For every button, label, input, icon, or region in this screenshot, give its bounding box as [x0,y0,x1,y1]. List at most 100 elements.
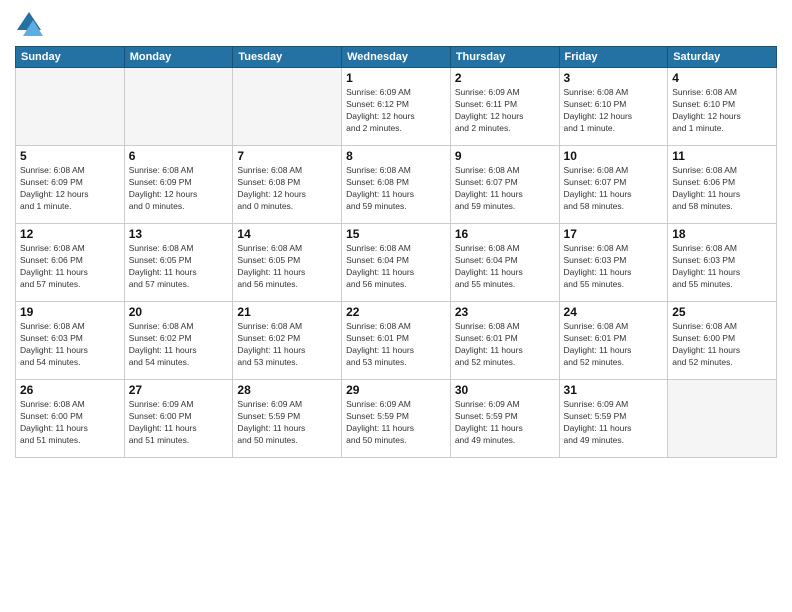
calendar-cell: 30Sunrise: 6:09 AM Sunset: 5:59 PM Dayli… [450,380,559,458]
day-number: 1 [346,71,446,85]
day-number: 27 [129,383,229,397]
calendar-cell: 5 Sunrise: 6:08 AM Sunset: 6:09 PM Daylig… [16,146,125,224]
day-number: 11 [672,149,772,163]
calendar-cell: 15 Sunrise: 6:08 AM Sunset: 6:04 PM Dayli… [342,224,451,302]
day-number: 28 [237,383,337,397]
calendar-cell: 7 Sunrise: 6:08 AM Sunset: 6:08 PM Daylig… [233,146,342,224]
day-info: Sunrise: 6:08 AM Sunset: 6:08 PM Dayligh… [237,165,337,213]
day-info: Sunrise: 6:08 AM Sunset: 6:03 PM Dayligh… [672,243,772,291]
day-info: Sunrise: 6:08 AM Sunset: 6:08 PM Dayligh… [346,165,446,213]
day-number: 5 [20,149,120,163]
calendar-cell [233,68,342,146]
day-info: Sunrise: 6:08 AM Sunset: 6:04 PM Dayligh… [346,243,446,291]
day-info: Sunrise: 6:08 AM Sunset: 6:04 PM Dayligh… [455,243,555,291]
day-number: 12 [20,227,120,241]
calendar-cell: 1Sunrise: 6:09 AM Sunset: 6:12 PM Daylig… [342,68,451,146]
day-number: 16 [455,227,555,241]
day-info: Sunrise: 6:08 AM Sunset: 6:10 PM Dayligh… [672,87,772,135]
calendar-cell: 8 Sunrise: 6:08 AM Sunset: 6:08 PM Daylig… [342,146,451,224]
calendar-cell: 10 Sunrise: 6:08 AM Sunset: 6:07 PM Dayli… [559,146,668,224]
day-number: 18 [672,227,772,241]
calendar-cell: 20 Sunrise: 6:08 AM Sunset: 6:02 PM Dayli… [124,302,233,380]
calendar-cell: 29Sunrise: 6:09 AM Sunset: 5:59 PM Dayli… [342,380,451,458]
calendar-cell: 22 Sunrise: 6:08 AM Sunset: 6:01 PM Dayli… [342,302,451,380]
day-number: 22 [346,305,446,319]
header [15,10,777,38]
day-number: 3 [564,71,664,85]
page: SundayMondayTuesdayWednesdayThursdayFrid… [0,0,792,612]
day-number: 19 [20,305,120,319]
calendar-cell: 18 Sunrise: 6:08 AM Sunset: 6:03 PM Dayli… [668,224,777,302]
day-info: Sunrise: 6:08 AM Sunset: 6:10 PM Dayligh… [564,87,664,135]
day-number: 13 [129,227,229,241]
calendar-cell: 12 Sunrise: 6:08 AM Sunset: 6:06 PM Dayli… [16,224,125,302]
calendar-cell: 26 Sunrise: 6:08 AM Sunset: 6:00 PM Dayli… [16,380,125,458]
day-number: 31 [564,383,664,397]
calendar-cell: 28 Sunrise: 6:09 AM Sunset: 5:59 PM Dayli… [233,380,342,458]
weekday-header-tuesday: Tuesday [233,47,342,68]
day-number: 21 [237,305,337,319]
day-number: 26 [20,383,120,397]
week-row-2: 5 Sunrise: 6:08 AM Sunset: 6:09 PM Daylig… [16,146,777,224]
weekday-header-friday: Friday [559,47,668,68]
calendar-cell: 23Sunrise: 6:08 AM Sunset: 6:01 PM Dayli… [450,302,559,380]
day-number: 15 [346,227,446,241]
calendar-cell: 17Sunrise: 6:08 AM Sunset: 6:03 PM Dayli… [559,224,668,302]
day-number: 29 [346,383,446,397]
day-info: Sunrise: 6:08 AM Sunset: 6:09 PM Dayligh… [129,165,229,213]
day-number: 23 [455,305,555,319]
day-info: Sunrise: 6:09 AM Sunset: 5:59 PM Dayligh… [237,399,337,447]
day-info: Sunrise: 6:08 AM Sunset: 6:06 PM Dayligh… [20,243,120,291]
day-number: 25 [672,305,772,319]
calendar-cell: 3 Sunrise: 6:08 AM Sunset: 6:10 PM Daylig… [559,68,668,146]
calendar-cell: 14 Sunrise: 6:08 AM Sunset: 6:05 PM Dayli… [233,224,342,302]
calendar-cell: 27 Sunrise: 6:09 AM Sunset: 6:00 PM Dayli… [124,380,233,458]
day-info: Sunrise: 6:08 AM Sunset: 6:05 PM Dayligh… [129,243,229,291]
day-number: 8 [346,149,446,163]
day-number: 9 [455,149,555,163]
calendar-cell: 6 Sunrise: 6:08 AM Sunset: 6:09 PM Daylig… [124,146,233,224]
day-info: Sunrise: 6:08 AM Sunset: 6:07 PM Dayligh… [455,165,555,213]
day-info: Sunrise: 6:09 AM Sunset: 5:59 PM Dayligh… [564,399,664,447]
day-info: Sunrise: 6:08 AM Sunset: 6:02 PM Dayligh… [129,321,229,369]
day-info: Sunrise: 6:08 AM Sunset: 6:06 PM Dayligh… [672,165,772,213]
logo [15,10,47,38]
calendar: SundayMondayTuesdayWednesdayThursdayFrid… [15,46,777,458]
calendar-cell: 31 Sunrise: 6:09 AM Sunset: 5:59 PM Dayli… [559,380,668,458]
weekday-header-row: SundayMondayTuesdayWednesdayThursdayFrid… [16,47,777,68]
day-info: Sunrise: 6:08 AM Sunset: 6:07 PM Dayligh… [564,165,664,213]
week-row-3: 12 Sunrise: 6:08 AM Sunset: 6:06 PM Dayli… [16,224,777,302]
day-info: Sunrise: 6:08 AM Sunset: 6:02 PM Dayligh… [237,321,337,369]
day-info: Sunrise: 6:09 AM Sunset: 6:11 PM Dayligh… [455,87,555,135]
calendar-cell: 2 Sunrise: 6:09 AM Sunset: 6:11 PM Daylig… [450,68,559,146]
day-number: 20 [129,305,229,319]
day-number: 10 [564,149,664,163]
weekday-header-wednesday: Wednesday [342,47,451,68]
day-number: 2 [455,71,555,85]
day-info: Sunrise: 6:08 AM Sunset: 6:09 PM Dayligh… [20,165,120,213]
calendar-cell: 4 Sunrise: 6:08 AM Sunset: 6:10 PM Daylig… [668,68,777,146]
day-info: Sunrise: 6:08 AM Sunset: 6:00 PM Dayligh… [20,399,120,447]
weekday-header-sunday: Sunday [16,47,125,68]
week-row-1: 1Sunrise: 6:09 AM Sunset: 6:12 PM Daylig… [16,68,777,146]
day-number: 14 [237,227,337,241]
calendar-cell: 25Sunrise: 6:08 AM Sunset: 6:00 PM Dayli… [668,302,777,380]
weekday-header-thursday: Thursday [450,47,559,68]
day-number: 7 [237,149,337,163]
day-info: Sunrise: 6:08 AM Sunset: 6:03 PM Dayligh… [20,321,120,369]
day-number: 4 [672,71,772,85]
day-info: Sunrise: 6:08 AM Sunset: 6:01 PM Dayligh… [346,321,446,369]
calendar-cell: 24Sunrise: 6:08 AM Sunset: 6:01 PM Dayli… [559,302,668,380]
day-number: 6 [129,149,229,163]
week-row-5: 26 Sunrise: 6:08 AM Sunset: 6:00 PM Dayli… [16,380,777,458]
week-row-4: 19 Sunrise: 6:08 AM Sunset: 6:03 PM Dayli… [16,302,777,380]
calendar-cell: 21 Sunrise: 6:08 AM Sunset: 6:02 PM Dayli… [233,302,342,380]
weekday-header-monday: Monday [124,47,233,68]
day-info: Sunrise: 6:09 AM Sunset: 6:00 PM Dayligh… [129,399,229,447]
calendar-cell: 16 Sunrise: 6:08 AM Sunset: 6:04 PM Dayli… [450,224,559,302]
calendar-cell [668,380,777,458]
day-info: Sunrise: 6:08 AM Sunset: 6:05 PM Dayligh… [237,243,337,291]
day-info: Sunrise: 6:08 AM Sunset: 6:03 PM Dayligh… [564,243,664,291]
day-number: 30 [455,383,555,397]
weekday-header-saturday: Saturday [668,47,777,68]
